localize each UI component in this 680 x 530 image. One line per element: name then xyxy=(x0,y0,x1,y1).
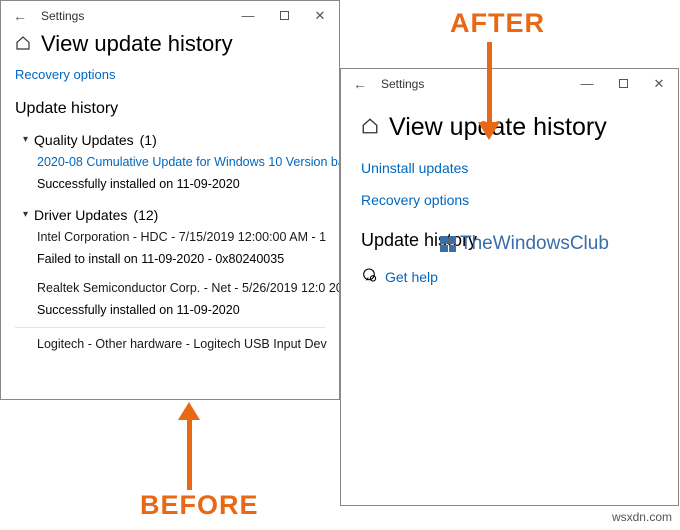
page-title: View update history xyxy=(41,31,233,57)
page-header: View update history xyxy=(1,31,339,63)
uninstall-updates-link[interactable]: Uninstall updates xyxy=(341,152,678,184)
group-count: (1) xyxy=(140,132,157,148)
update-item-link[interactable]: 2020-08 Cumulative Update for Windows 10… xyxy=(1,152,339,174)
update-history-heading: Update history xyxy=(1,86,339,124)
before-label: BEFORE xyxy=(140,490,259,521)
group-driver-updates: ▾ Driver Updates (12) Intel Corporation … xyxy=(1,199,339,360)
update-item-status: Failed to install on 11-09-2020 - 0x8024… xyxy=(1,249,339,271)
source-footer: wsxdn.com xyxy=(612,510,672,524)
window-title: Settings xyxy=(381,77,424,91)
recovery-options-link[interactable]: Recovery options xyxy=(1,63,339,86)
window-title: Settings xyxy=(41,9,84,23)
group-name: Quality Updates xyxy=(34,132,134,148)
update-history-heading: Update history xyxy=(341,216,678,259)
before-arrow xyxy=(178,402,200,490)
close-button[interactable]: ✕ xyxy=(644,69,674,99)
chevron-down-icon: ▾ xyxy=(23,209,28,220)
recovery-options-link[interactable]: Recovery options xyxy=(341,184,678,216)
update-item-title: Intel Corporation - HDC - 7/15/2019 12:0… xyxy=(1,227,339,249)
maximize-button[interactable] xyxy=(269,1,299,31)
page-title: View update history xyxy=(389,113,607,142)
minimize-button[interactable]: — xyxy=(233,1,263,31)
home-icon[interactable] xyxy=(361,117,379,138)
group-header[interactable]: ▾ Driver Updates (12) xyxy=(1,203,339,227)
minimize-button[interactable]: — xyxy=(572,69,602,99)
group-header[interactable]: ▾ Quality Updates (1) xyxy=(1,128,339,152)
page-header: View update history xyxy=(341,99,678,152)
home-icon[interactable] xyxy=(15,35,31,54)
group-name: Driver Updates xyxy=(34,207,127,223)
maximize-button[interactable] xyxy=(608,69,638,99)
titlebar: ← Settings — ✕ xyxy=(341,69,678,99)
group-count: (12) xyxy=(133,207,158,223)
get-help-link[interactable]: Get help xyxy=(385,269,438,285)
get-help-row[interactable]: Get help xyxy=(341,259,678,295)
titlebar: ← Settings — ✕ xyxy=(1,1,339,31)
update-item-status: Successfully installed on 11-09-2020 xyxy=(1,174,339,196)
group-quality-updates: ▾ Quality Updates (1) 2020-08 Cumulative… xyxy=(1,124,339,199)
before-window: ← Settings — ✕ View update history Recov… xyxy=(0,0,340,400)
after-window: ← Settings — ✕ View update history Unins… xyxy=(340,68,679,506)
divider xyxy=(15,327,325,328)
after-label: AFTER xyxy=(450,8,545,39)
update-item-title: Realtek Semiconductor Corp. - Net - 5/26… xyxy=(1,278,339,300)
back-arrow-icon[interactable]: ← xyxy=(9,8,31,24)
chevron-down-icon: ▾ xyxy=(23,134,28,145)
update-item-title: Logitech - Other hardware - Logitech USB… xyxy=(1,334,339,356)
chat-help-icon xyxy=(361,267,377,287)
update-item-status: Successfully installed on 11-09-2020 xyxy=(1,300,339,322)
back-arrow-icon[interactable]: ← xyxy=(349,76,371,92)
close-button[interactable]: ✕ xyxy=(305,1,335,31)
